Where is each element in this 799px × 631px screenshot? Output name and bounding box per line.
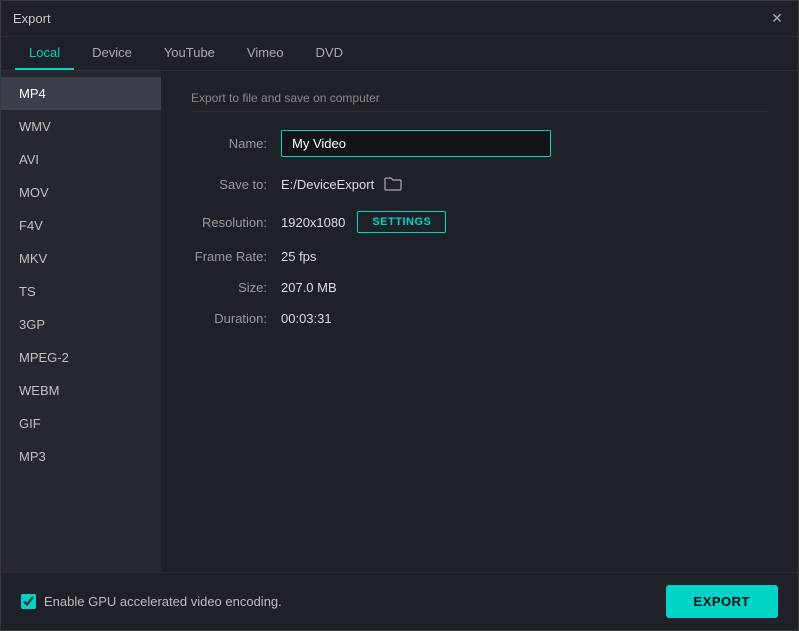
main-content: MP4 WMV AVI MOV F4V MKV TS 3GP MPEG-2 WE… [1,71,798,572]
tab-vimeo[interactable]: Vimeo [233,37,298,70]
size-row: Size: 207.0 MB [191,280,768,295]
tab-dvd[interactable]: DVD [302,37,357,70]
name-row: Name: [191,130,768,157]
sidebar-item-avi[interactable]: AVI [1,143,161,176]
title-bar: Export ✕ [1,1,798,37]
duration-label: Duration: [191,311,281,326]
duration-row: Duration: 00:03:31 [191,311,768,326]
tab-youtube[interactable]: YouTube [150,37,229,70]
resolution-value-row: 1920x1080 SETTINGS [281,211,446,233]
resolution-row: Resolution: 1920x1080 SETTINGS [191,211,768,233]
export-button[interactable]: EXPORT [666,585,778,618]
section-title: Export to file and save on computer [191,91,768,112]
sidebar-item-gif[interactable]: GIF [1,407,161,440]
saveto-value-row: E:/DeviceExport [281,173,404,195]
settings-button[interactable]: SETTINGS [357,211,446,233]
framerate-label: Frame Rate: [191,249,281,264]
duration-value: 00:03:31 [281,311,332,326]
framerate-row: Frame Rate: 25 fps [191,249,768,264]
resolution-label: Resolution: [191,215,281,230]
right-panel: Export to file and save on computer Name… [161,71,798,572]
gpu-checkbox-row: Enable GPU accelerated video encoding. [21,594,282,609]
size-value: 207.0 MB [281,280,337,295]
sidebar-item-mp3[interactable]: MP3 [1,440,161,473]
tab-bar: Local Device YouTube Vimeo DVD [1,37,798,71]
export-window: Export ✕ Local Device YouTube Vimeo DVD … [0,0,799,631]
sidebar-item-ts[interactable]: TS [1,275,161,308]
tab-device[interactable]: Device [78,37,146,70]
sidebar-item-mkv[interactable]: MKV [1,242,161,275]
size-label: Size: [191,280,281,295]
resolution-value: 1920x1080 [281,215,345,230]
sidebar-item-mpeg2[interactable]: MPEG-2 [1,341,161,374]
sidebar-item-wmv[interactable]: WMV [1,110,161,143]
name-input[interactable] [281,130,551,157]
sidebar-item-mov[interactable]: MOV [1,176,161,209]
window-title: Export [13,11,51,26]
footer: Enable GPU accelerated video encoding. E… [1,572,798,630]
saveto-value: E:/DeviceExport [281,177,374,192]
gpu-checkbox[interactable] [21,594,36,609]
close-button[interactable]: ✕ [768,10,786,28]
tab-local[interactable]: Local [15,37,74,70]
saveto-row: Save to: E:/DeviceExport [191,173,768,195]
sidebar-item-3gp[interactable]: 3GP [1,308,161,341]
sidebar-item-mp4[interactable]: MP4 [1,77,161,110]
sidebar: MP4 WMV AVI MOV F4V MKV TS 3GP MPEG-2 WE… [1,71,161,572]
gpu-label[interactable]: Enable GPU accelerated video encoding. [44,594,282,609]
sidebar-item-webm[interactable]: WEBM [1,374,161,407]
folder-icon[interactable] [382,173,404,195]
name-label: Name: [191,136,281,151]
saveto-label: Save to: [191,177,281,192]
sidebar-item-f4v[interactable]: F4V [1,209,161,242]
framerate-value: 25 fps [281,249,316,264]
